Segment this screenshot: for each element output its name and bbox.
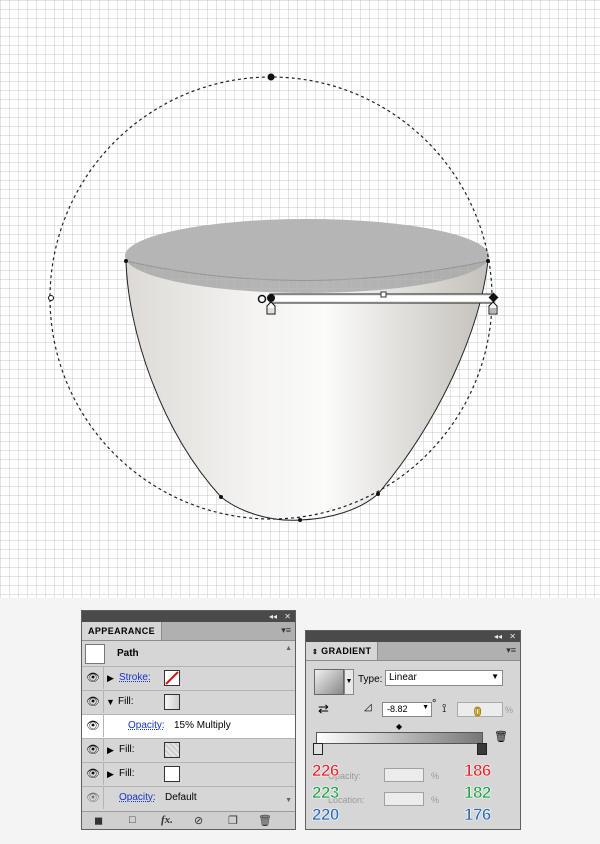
fill-row-3[interactable]: 👁 ▶ Fill:	[82, 763, 295, 787]
location-field[interactable]	[384, 792, 424, 806]
close-icon[interactable]: ✕	[509, 631, 516, 642]
expand-triangle-icon[interactable]: ▶	[107, 745, 114, 756]
tab-gradient-label: GRADIENT	[321, 646, 372, 656]
trash-icon[interactable]: 🗑	[258, 814, 272, 827]
angle-input[interactable]: -8.82 ▼	[382, 702, 432, 717]
type-label: Type:	[358, 674, 383, 685]
gradient-stop-icon[interactable]	[313, 743, 323, 755]
midpoint-diamond-icon[interactable]: ◆	[396, 722, 402, 731]
panel-menu-icon[interactable]: ▾≡	[281, 625, 291, 636]
appearance-panel: ◂◂ ✕ APPEARANCE ▾≡ Path 👁 ▶ Stroke: 👁 ▼ …	[81, 610, 296, 830]
expand-triangle-icon[interactable]: ▶	[107, 769, 114, 780]
stroke-label[interactable]: Stroke:	[119, 672, 151, 683]
opacity-value: 15% Multiply	[174, 720, 231, 731]
opacity-label[interactable]: Opacity:	[128, 720, 165, 731]
opacity-value: Default	[165, 792, 197, 803]
reverse-gradient-icon[interactable]: ⇄	[318, 701, 329, 717]
artwork	[0, 0, 600, 600]
gradient-slider[interactable]	[316, 732, 483, 744]
chevron-down-icon: ▼	[422, 704, 429, 711]
type-value: Linear	[389, 672, 417, 683]
object-opacity-row[interactable]: 👁 Opacity: Default	[82, 787, 295, 810]
fill-label: Fill:	[119, 744, 135, 755]
collapse-icon[interactable]: ◂◂	[269, 611, 277, 622]
left-stop-red: 226	[312, 761, 340, 781]
fill-label: Fill:	[119, 768, 135, 779]
right-stop-blue: 176	[464, 805, 492, 825]
right-stop-red: 186	[464, 761, 492, 781]
fill-swatch-gradient[interactable]	[164, 694, 180, 710]
gradient-panel: ◂◂ ✕ ⇕ GRADIENT ▾≡ ▼ Type: Linear ▼ ⇄ ◿ …	[305, 630, 521, 830]
eye-icon[interactable]: 👁	[83, 787, 104, 809]
opacity-label[interactable]: Opacity:	[119, 792, 156, 803]
anchor-point[interactable]	[486, 259, 490, 263]
chevron-down-icon: ▼	[491, 672, 499, 681]
panel-menu-icon[interactable]: ▾≡	[506, 645, 516, 656]
anchor-point[interactable]	[267, 73, 275, 81]
tab-arrows-icon: ⇕	[312, 649, 319, 656]
path-header-row[interactable]: Path	[82, 642, 295, 667]
trash-icon[interactable]: 🗑	[494, 730, 508, 743]
fill-swatch-white[interactable]	[164, 766, 180, 782]
path-title: Path	[117, 648, 139, 659]
percent-symbol: %	[505, 705, 514, 715]
left-stop-green: 223	[312, 783, 340, 803]
opacity-field[interactable]	[384, 768, 424, 782]
percent-symbol: %	[431, 795, 440, 805]
right-stop-green: 182	[464, 783, 492, 803]
eye-icon[interactable]: 👁	[83, 715, 104, 737]
fill-row-2[interactable]: 👁 ▶ Fill:	[82, 739, 295, 763]
close-icon[interactable]: ✕	[284, 611, 291, 622]
gradient-stop-icon[interactable]	[477, 743, 487, 755]
stroke-swatch-none[interactable]	[164, 670, 180, 686]
collapse-icon[interactable]: ◂◂	[494, 631, 502, 642]
percent-symbol: %	[431, 771, 440, 781]
scroll-down-icon[interactable]: ▼	[285, 797, 292, 804]
anchor-point[interactable]	[219, 495, 223, 499]
eye-icon[interactable]: 👁	[83, 739, 104, 761]
fx-icon[interactable]: fx.	[161, 814, 173, 826]
new-art-icon[interactable]: ◼	[94, 814, 103, 827]
tab-bar: ⇕ GRADIENT ▾≡	[306, 642, 520, 661]
clear-icon[interactable]: □	[129, 814, 136, 826]
fill-row-1[interactable]: 👁 ▼ Fill:	[82, 691, 295, 715]
panel-titlebar[interactable]: ◂◂ ✕	[82, 611, 295, 622]
artboard-canvas[interactable]	[0, 0, 600, 600]
fill-swatch-pattern[interactable]	[164, 742, 180, 758]
type-select[interactable]: Linear ▼	[385, 670, 503, 686]
eye-icon[interactable]: 👁	[83, 763, 104, 785]
panel-titlebar[interactable]: ◂◂ ✕	[306, 631, 520, 642]
anchor-point[interactable]	[48, 295, 54, 301]
eye-icon[interactable]: 👁	[83, 667, 104, 689]
degree-symbol: °	[432, 698, 437, 710]
expand-triangle-icon[interactable]: ▶	[107, 673, 114, 684]
scroll-up-icon[interactable]: ▲	[285, 645, 292, 652]
tab-bar: APPEARANCE ▾≡	[82, 622, 295, 641]
fill-label: Fill:	[118, 696, 134, 707]
chevron-down-icon[interactable]: ▼	[344, 669, 354, 695]
anchor-point[interactable]	[376, 492, 380, 496]
fill-opacity-row[interactable]: 👁 Opacity: 15% Multiply	[82, 715, 295, 739]
aspect-ratio-value: 0	[474, 704, 482, 720]
path-thumbnail	[85, 644, 105, 664]
tab-appearance[interactable]: APPEARANCE	[82, 622, 163, 640]
left-stop-blue: 220	[312, 805, 340, 825]
stroke-row[interactable]: 👁 ▶ Stroke:	[82, 667, 295, 691]
aspect-ratio-icon: ⟟	[442, 701, 447, 715]
angle-value: -8.82	[387, 704, 408, 714]
gradient-preview-swatch[interactable]	[314, 669, 344, 695]
tab-gradient[interactable]: ⇕ GRADIENT	[306, 642, 379, 660]
collapse-triangle-icon[interactable]: ▼	[106, 697, 115, 707]
angle-icon: ◿	[364, 702, 372, 713]
anchor-point[interactable]	[298, 518, 302, 522]
anchor-point[interactable]	[124, 259, 128, 263]
appearance-toolbar: ◼ □ fx. ⊘ ❐ 🗑	[82, 811, 295, 829]
clear-appearance-icon[interactable]: ⊘	[194, 814, 203, 827]
duplicate-icon[interactable]: ❐	[228, 814, 238, 827]
eye-icon[interactable]: 👁	[83, 691, 104, 713]
